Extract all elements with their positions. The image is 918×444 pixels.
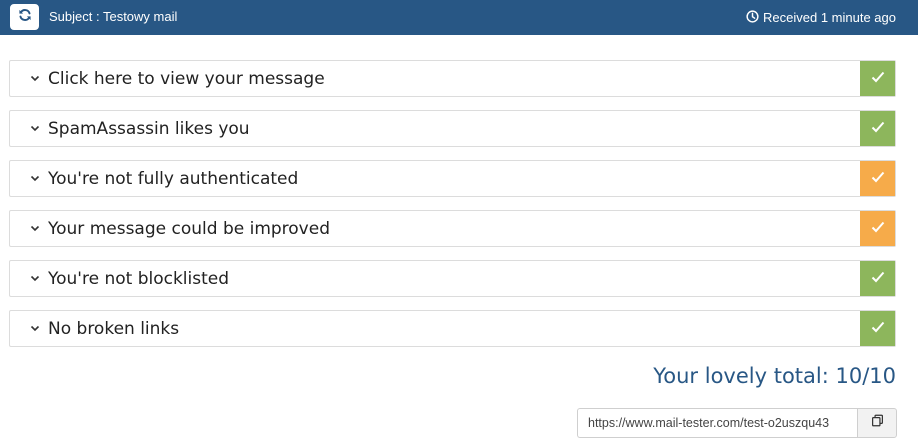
chevron-down-icon (10, 61, 48, 96)
check-icon (871, 120, 885, 138)
result-blocklist[interactable]: You're not blocklisted (9, 260, 896, 297)
result-title: Your message could be improved (48, 218, 330, 239)
result-authentication[interactable]: You're not fully authenticated (9, 160, 896, 197)
check-icon (871, 320, 885, 338)
copy-link-button[interactable] (857, 408, 897, 438)
top-bar: Subject : Testowy mail Received 1 minute… (0, 0, 918, 35)
status-badge-ok (860, 111, 895, 146)
share-link-input[interactable] (577, 408, 857, 438)
chevron-down-icon (10, 161, 48, 196)
status-badge-warning (860, 211, 895, 246)
check-icon (871, 70, 885, 88)
check-icon (871, 270, 885, 288)
refresh-button[interactable] (10, 4, 39, 30)
share-link-group (577, 408, 897, 438)
status-badge-warning (860, 161, 895, 196)
status-badge-ok (860, 261, 895, 296)
result-title: SpamAssassin likes you (48, 118, 250, 139)
result-spamassassin[interactable]: SpamAssassin likes you (9, 110, 896, 147)
chevron-down-icon (10, 111, 48, 146)
received-info: Received 1 minute ago (746, 0, 896, 35)
chevron-down-icon (10, 211, 48, 246)
total-score: Your lovely total: 10/10 (653, 364, 896, 388)
result-view-message[interactable]: Click here to view your message (9, 60, 896, 97)
result-title: You're not blocklisted (48, 268, 230, 289)
chevron-down-icon (10, 311, 48, 346)
result-title: You're not fully authenticated (48, 168, 299, 189)
check-icon (871, 220, 885, 238)
chevron-down-icon (10, 261, 48, 296)
received-text: Received 1 minute ago (763, 10, 896, 25)
result-title: No broken links (48, 318, 180, 339)
refresh-icon (18, 8, 32, 27)
result-improvements[interactable]: Your message could be improved (9, 210, 896, 247)
subject-text: Subject : Testowy mail (49, 9, 178, 24)
clock-icon (746, 9, 763, 26)
status-badge-ok (860, 61, 895, 96)
check-icon (871, 170, 885, 188)
result-broken-links[interactable]: No broken links (9, 310, 896, 347)
status-badge-ok (860, 311, 895, 346)
result-title: Click here to view your message (48, 68, 325, 89)
copy-icon (871, 414, 884, 432)
